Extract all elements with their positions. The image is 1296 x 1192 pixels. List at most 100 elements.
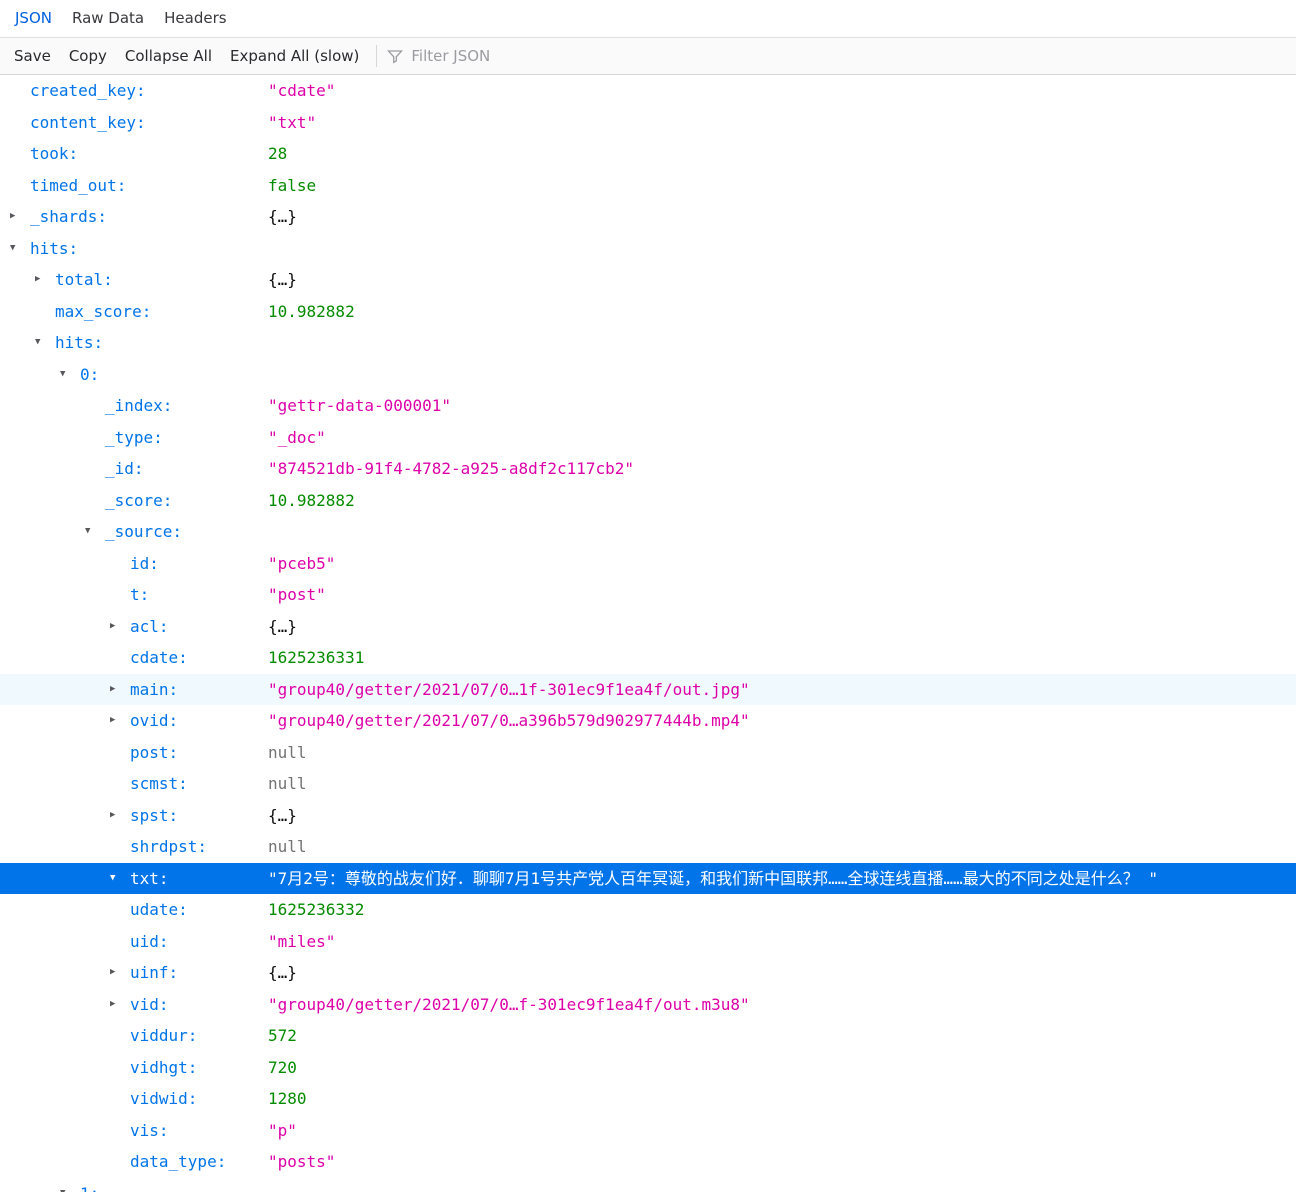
json-key: 1: bbox=[80, 1178, 99, 1192]
key-cell: vis: bbox=[0, 1115, 268, 1147]
json-key: max_score: bbox=[55, 301, 152, 321]
collapse-icon[interactable]: ▼ bbox=[60, 359, 80, 391]
json-value: null bbox=[268, 837, 307, 856]
json-value: null bbox=[268, 742, 307, 762]
key-cell: created_key: bbox=[0, 75, 268, 107]
json-row-took[interactable]: took: 28 bbox=[0, 138, 1296, 170]
json-key: _id: bbox=[105, 459, 144, 478]
filter-json-input[interactable] bbox=[411, 47, 672, 65]
key-cell: ▼1: bbox=[0, 1178, 268, 1192]
json-row-shrdpst[interactable]: shrdpst: null bbox=[0, 831, 1296, 863]
json-row-vid[interactable]: ▶ vid: "group40/getter/2021/07/0…f-301ec9f… bbox=[0, 989, 1296, 1021]
json-row-udate[interactable]: udate: 1625236332 bbox=[0, 894, 1296, 926]
key-cell: vidhgt: bbox=[0, 1052, 268, 1084]
json-row-id[interactable]: id: "pceb5" bbox=[0, 548, 1296, 580]
json-row-timed_out[interactable]: timed_out: false bbox=[0, 170, 1296, 202]
expand-icon[interactable]: ▶ bbox=[110, 611, 130, 643]
key-cell: shrdpst: bbox=[0, 831, 268, 863]
json-row-_score[interactable]: _score: 10.982882 bbox=[0, 485, 1296, 517]
collapse-icon[interactable]: ▼ bbox=[10, 233, 30, 265]
json-row-vidwid[interactable]: vidwid: 1280 bbox=[0, 1083, 1296, 1115]
json-row-_index[interactable]: _index: "gettr-data-000001" bbox=[0, 390, 1296, 422]
json-row-vidhgt[interactable]: vidhgt: 720 bbox=[0, 1052, 1296, 1084]
collapse-icon[interactable]: ▼ bbox=[85, 516, 105, 548]
filter-box bbox=[383, 47, 672, 65]
json-value bbox=[268, 233, 1296, 265]
json-row-viddur[interactable]: viddur: 572 bbox=[0, 1020, 1296, 1052]
json-key: spst: bbox=[130, 805, 179, 825]
json-key: uinf: bbox=[130, 963, 179, 982]
json-row-acl[interactable]: ▶ acl: {…} bbox=[0, 611, 1296, 643]
expand-icon[interactable]: ▶ bbox=[110, 957, 130, 989]
json-row-_type[interactable]: _type: "_doc" bbox=[0, 422, 1296, 454]
key-cell: ▼ hits: bbox=[0, 233, 268, 265]
json-key: vid: bbox=[130, 994, 169, 1014]
json-value bbox=[268, 327, 1296, 359]
collapse-icon[interactable]: ▼ bbox=[35, 327, 55, 359]
json-value: "7月2号：尊敬的战友们好．聊聊7月1号共产党人百年冥诞，和我们新中国联邦……全… bbox=[268, 868, 1158, 888]
json-row-t[interactable]: t: "post" bbox=[0, 579, 1296, 611]
json-row-main[interactable]: ▶ main: "group40/getter/2021/07/0…1f-301ec… bbox=[0, 673, 1296, 706]
key-cell: ▼ hits: bbox=[0, 327, 268, 359]
save-button[interactable]: Save bbox=[5, 47, 60, 65]
key-cell: ▼ txt: bbox=[0, 863, 268, 895]
json-value: "group40/getter/2021/07/0…a396b579d90297… bbox=[268, 711, 750, 730]
json-row-uinf[interactable]: ▶ uinf: {…} bbox=[0, 957, 1296, 989]
json-row-content_key[interactable]: content_key: "txt" bbox=[0, 107, 1296, 139]
key-cell: ▶ vid: bbox=[0, 989, 268, 1021]
json-row-ovid[interactable]: ▶ ovid: "group40/getter/2021/07/0…a396b579… bbox=[0, 705, 1296, 737]
json-row-hits[interactable]: ▼ hits: bbox=[0, 233, 1296, 265]
json-row-0[interactable]: ▼ 0: bbox=[0, 359, 1296, 391]
collapse-icon[interactable]: ▼ bbox=[60, 1178, 80, 1192]
json-row-vis[interactable]: vis: "p" bbox=[0, 1115, 1296, 1147]
expand-icon[interactable]: ▶ bbox=[110, 674, 130, 706]
json-row-cdate[interactable]: cdate: 1625236331 bbox=[0, 642, 1296, 674]
json-row-post[interactable]: post: null bbox=[0, 737, 1296, 769]
json-row-_shards[interactable]: ▶ _shards: {…} bbox=[0, 201, 1296, 233]
json-tree: created_key: "cdate" content_key: "txt" took… bbox=[0, 75, 1296, 1192]
tab-raw-data[interactable]: Raw Data bbox=[62, 0, 154, 37]
expand-icon[interactable]: ▶ bbox=[35, 264, 55, 296]
json-value: "874521db-91f4-4782-a925-a8df2c117cb2" bbox=[268, 459, 635, 478]
json-key: hits: bbox=[55, 333, 104, 352]
json-row-1[interactable]: ▼1: bbox=[0, 1178, 1296, 1192]
json-value: "txt" bbox=[268, 112, 317, 132]
json-row-_id[interactable]: _id: "874521db-91f4-4782-a925-a8df2c117cb… bbox=[0, 453, 1296, 485]
json-value: 10.982882 bbox=[268, 490, 355, 510]
expand-icon[interactable]: ▶ bbox=[10, 201, 30, 233]
json-key: post: bbox=[130, 742, 179, 762]
collapse-all-button[interactable]: Collapse All bbox=[116, 47, 221, 65]
key-cell: t: bbox=[0, 579, 268, 611]
expand-icon[interactable]: ▶ bbox=[110, 989, 130, 1021]
collapse-icon[interactable]: ▼ bbox=[110, 863, 130, 895]
key-cell: ▶ acl: bbox=[0, 611, 268, 643]
key-cell: ▼ _source: bbox=[0, 516, 268, 548]
json-key: _source: bbox=[105, 522, 183, 541]
json-row-_source[interactable]: ▼ _source: bbox=[0, 516, 1296, 548]
key-cell: data_type: bbox=[0, 1146, 268, 1178]
json-key: acl: bbox=[130, 616, 169, 636]
json-key: main: bbox=[130, 679, 179, 699]
json-row-created_key[interactable]: created_key: "cdate" bbox=[0, 75, 1296, 107]
json-value bbox=[268, 359, 1296, 391]
json-row-total[interactable]: ▶ total: {…} bbox=[0, 264, 1296, 296]
tab-headers[interactable]: Headers bbox=[154, 0, 236, 37]
json-row-hits[interactable]: ▼ hits: bbox=[0, 327, 1296, 359]
json-value: "group40/getter/2021/07/0…1f-301ec9f1ea4… bbox=[268, 679, 750, 699]
tab-json[interactable]: JSON bbox=[5, 0, 62, 37]
json-key: id: bbox=[130, 553, 159, 573]
expand-icon[interactable]: ▶ bbox=[110, 705, 130, 737]
filter-icon bbox=[387, 48, 404, 64]
json-value: "_doc" bbox=[268, 427, 326, 447]
expand-all-button[interactable]: Expand All (slow) bbox=[221, 47, 368, 65]
key-cell: took: bbox=[0, 138, 268, 170]
json-value bbox=[268, 516, 1296, 548]
copy-button[interactable]: Copy bbox=[60, 47, 116, 65]
json-row-scmst[interactable]: scmst: null bbox=[0, 768, 1296, 800]
expand-icon[interactable]: ▶ bbox=[110, 800, 130, 832]
json-row-data_type[interactable]: data_type: "posts" bbox=[0, 1146, 1296, 1178]
json-row-spst[interactable]: ▶ spst: {…} bbox=[0, 800, 1296, 832]
json-row-txt[interactable]: ▼ txt: "7月2号：尊敬的战友们好．聊聊7月1号共产党人百年冥诞，和我们新中国… bbox=[0, 862, 1296, 895]
json-row-uid[interactable]: uid: "miles" bbox=[0, 926, 1296, 958]
json-row-max_score[interactable]: max_score: 10.982882 bbox=[0, 296, 1296, 328]
